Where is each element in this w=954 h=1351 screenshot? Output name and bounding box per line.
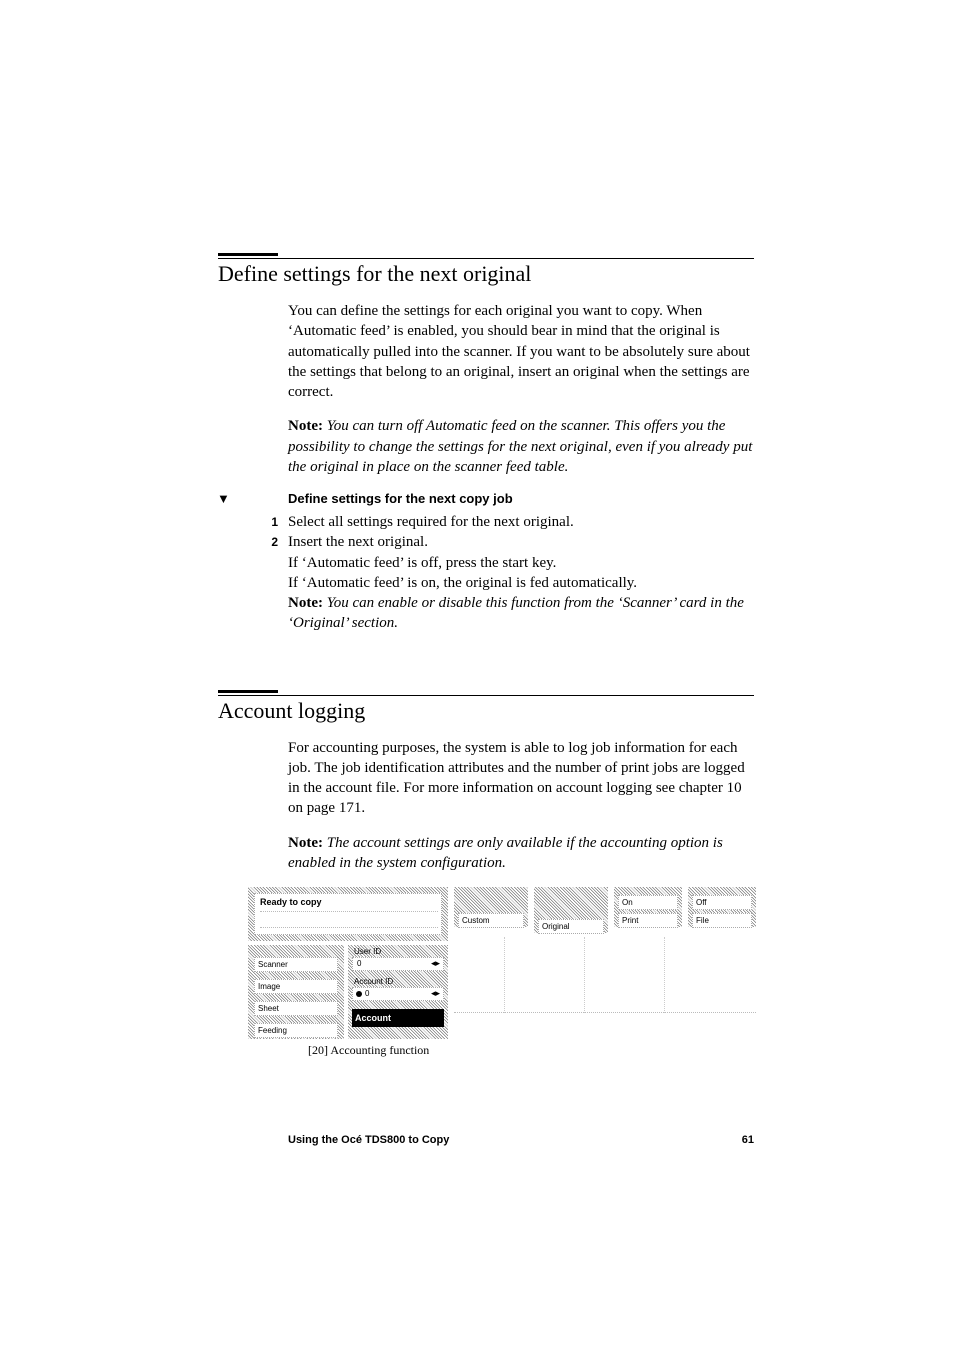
tab-custom[interactable]: Custom xyxy=(458,913,524,928)
tab-account-active[interactable]: Account xyxy=(352,1009,444,1027)
step-text-line: Insert the next original. xyxy=(288,532,754,552)
note-paragraph: Note: You can turn off Automatic feed on… xyxy=(288,416,754,477)
step-text-line: If ‘Automatic feed’ is off, press the st… xyxy=(288,553,754,573)
note-paragraph: Note: The account settings are only avai… xyxy=(288,833,754,874)
procedure-heading: Define settings for the next copy job xyxy=(288,491,513,506)
note-text: The account settings are only available … xyxy=(288,835,723,871)
bullet-icon xyxy=(356,991,362,997)
field-account-id-value: 0 xyxy=(365,989,369,998)
tab-sheet[interactable]: Sheet xyxy=(254,1001,338,1016)
step-text: Insert the next original. If ‘Automatic … xyxy=(288,532,754,633)
footer-text: Using the Océ TDS800 to Copy xyxy=(288,1134,449,1146)
page-footer: Using the Océ TDS800 to Copy 61 xyxy=(288,1134,754,1146)
section-define-settings: Define settings for the next original Yo… xyxy=(218,253,754,634)
page-number: 61 xyxy=(742,1134,754,1146)
figure-caption: [20] Accounting function xyxy=(308,1043,758,1058)
stepper-icon[interactable]: ◂▸ xyxy=(431,958,440,969)
note-text: You can turn off Automatic feed on the s… xyxy=(288,418,752,475)
status-panel: Ready to copy xyxy=(254,893,442,935)
label-account-id: Account ID xyxy=(354,977,393,986)
step-text-line: If ‘Automatic feed’ is on, the original … xyxy=(288,573,754,593)
tab-feeding[interactable]: Feeding xyxy=(254,1023,338,1038)
note-label: Note: xyxy=(288,418,323,434)
section-rule xyxy=(218,690,278,693)
step-number: 1 xyxy=(218,512,288,532)
field-account-id[interactable]: 0 ◂▸ xyxy=(352,987,444,1001)
inline-note: Note: You can enable or disable this fun… xyxy=(288,593,754,634)
body-paragraph: For accounting purposes, the system is a… xyxy=(288,738,754,819)
tab-scanner[interactable]: Scanner xyxy=(254,957,338,972)
section-rule xyxy=(218,253,278,256)
procedure-step: 1 Select all settings required for the n… xyxy=(218,512,754,532)
tab-image[interactable]: Image xyxy=(254,979,338,994)
field-user-id-value: 0 xyxy=(357,959,361,968)
section-title: Define settings for the next original xyxy=(218,258,754,287)
tab-file[interactable]: File xyxy=(692,913,752,928)
tab-print[interactable]: Print xyxy=(618,913,678,928)
note-label: Note: xyxy=(288,835,323,851)
procedure-marker-icon: ▼ xyxy=(217,491,230,507)
body-paragraph: You can define the settings for each ori… xyxy=(288,301,754,402)
procedure-step: 2 Insert the next original. If ‘Automati… xyxy=(218,532,754,633)
step-number: 2 xyxy=(218,532,288,633)
stepper-icon[interactable]: ◂▸ xyxy=(431,988,440,999)
label-user-id: User ID xyxy=(354,947,381,956)
note-label: Note: xyxy=(288,595,323,611)
note-text: You can enable or disable this function … xyxy=(288,595,744,631)
procedure-heading-row: ▼ Define settings for the next copy job xyxy=(218,491,754,506)
field-user-id[interactable]: 0 ◂▸ xyxy=(352,957,444,971)
figure-accounting: Ready to copy Custom Original On Print O… xyxy=(248,887,758,1058)
tab-on[interactable]: On xyxy=(618,895,678,910)
step-text: Select all settings required for the nex… xyxy=(288,512,754,532)
tab-off[interactable]: Off xyxy=(692,895,752,910)
status-text: Ready to copy xyxy=(255,894,441,910)
tab-original[interactable]: Original xyxy=(538,919,604,934)
section-account-logging: Account logging For accounting purposes,… xyxy=(218,690,754,1059)
section-title: Account logging xyxy=(218,695,754,724)
grid-area xyxy=(454,937,756,1013)
